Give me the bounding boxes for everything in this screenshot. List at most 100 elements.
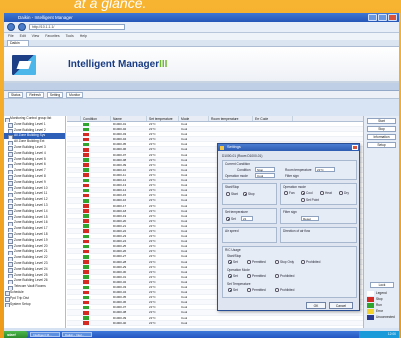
row-checkbox-cell[interactable]: [67, 132, 81, 136]
row-checkbox-cell[interactable]: [67, 290, 81, 294]
grid-column-header[interactable]: Room temperature: [209, 116, 253, 121]
grid-column-header[interactable]: Set temperature: [147, 116, 179, 121]
minimize-button[interactable]: [368, 14, 377, 21]
browser-menu-item[interactable]: File: [8, 33, 14, 40]
row-checkbox-cell[interactable]: [67, 285, 81, 289]
row-checkbox-cell[interactable]: [67, 316, 81, 320]
rc-mode-permitted-radio[interactable]: [247, 274, 251, 278]
row-checkbox-cell[interactable]: [67, 280, 81, 284]
side-button[interactable]: Stop: [367, 126, 396, 132]
row-checkbox-cell[interactable]: [67, 249, 81, 253]
filter-reset-button[interactable]: Reset: [301, 216, 319, 221]
tree-item[interactable]: System Setup: [4, 302, 65, 308]
row-checkbox-cell[interactable]: [67, 219, 81, 223]
row-checkbox-cell[interactable]: [67, 163, 81, 167]
row-checkbox-cell[interactable]: [67, 158, 81, 162]
row-checkbox-cell[interactable]: [67, 168, 81, 172]
row-checkbox-cell[interactable]: [67, 300, 81, 304]
set-temp-input[interactable]: 21: [241, 216, 253, 221]
ok-button[interactable]: OK: [306, 302, 326, 309]
browser-menu-item[interactable]: Help: [80, 33, 87, 40]
rc-startstop-permitted-radio[interactable]: [247, 260, 251, 264]
row-checkbox-cell[interactable]: [67, 147, 81, 151]
set-temp-cell: 21°C: [149, 157, 156, 162]
row-checkbox-cell[interactable]: [67, 239, 81, 243]
row-checkbox-cell[interactable]: [67, 295, 81, 299]
rc-temp-permitted-radio[interactable]: [247, 288, 251, 292]
row-checkbox-cell[interactable]: [67, 224, 81, 228]
mode-heat-radio[interactable]: [320, 191, 324, 195]
rc-temp-set-radio[interactable]: [228, 288, 232, 292]
browser-menu-item[interactable]: View: [32, 33, 40, 40]
row-checkbox-cell[interactable]: [67, 214, 81, 218]
rc-startstop-stoponly-radio[interactable]: [275, 260, 279, 264]
start-button[interactable]: start: [4, 331, 28, 338]
browser-tab[interactable]: Daikin: [7, 40, 29, 46]
row-checkbox-cell[interactable]: [67, 178, 81, 182]
row-checkbox-cell[interactable]: [67, 122, 81, 126]
side-button[interactable]: Information: [367, 134, 396, 140]
side-button[interactable]: Setup: [367, 142, 396, 148]
status-indicator: [83, 275, 89, 279]
cancel-button[interactable]: Cancel: [329, 302, 353, 309]
row-checkbox-cell[interactable]: [67, 193, 81, 197]
mode-fan-radio[interactable]: [284, 191, 288, 195]
rc-mode-set-radio[interactable]: [228, 274, 232, 278]
row-checkbox-cell[interactable]: [67, 321, 81, 325]
table-row[interactable]: D1000-40 21°C Cool: [67, 320, 363, 326]
row-checkbox-cell[interactable]: [67, 244, 81, 248]
rc-temp-prohibited-radio[interactable]: [275, 288, 279, 292]
address-bar[interactable]: http://10.1.1.1/: [29, 24, 125, 30]
row-checkbox-cell[interactable]: [67, 310, 81, 314]
taskbar-task[interactable]: Daikin - Intel...: [62, 332, 92, 337]
row-checkbox-cell[interactable]: [67, 260, 81, 264]
forward-icon[interactable]: [18, 23, 26, 31]
rc-startstop-set-radio[interactable]: [228, 260, 232, 264]
mode-setpoint-radio[interactable]: [301, 198, 305, 202]
toolbar-button[interactable]: Refresh: [26, 91, 44, 98]
mode-cool-radio[interactable]: [301, 191, 305, 195]
toolbar-button[interactable]: Status: [8, 91, 24, 98]
row-checkbox-cell[interactable]: [67, 229, 81, 233]
back-icon[interactable]: [7, 23, 15, 31]
row-checkbox-cell[interactable]: [67, 142, 81, 146]
row-checkbox-cell[interactable]: [67, 234, 81, 238]
row-checkbox-cell[interactable]: [67, 275, 81, 279]
row-checkbox-cell[interactable]: [67, 137, 81, 141]
taskbar-task[interactable]: Intelligent M...: [30, 332, 60, 337]
row-checkbox-cell[interactable]: [67, 254, 81, 258]
row-checkbox-cell[interactable]: [67, 127, 81, 131]
toolbar-button[interactable]: Setting: [46, 91, 64, 98]
rc-startstop-prohibited-radio[interactable]: [301, 260, 305, 264]
stop-radio[interactable]: [243, 192, 247, 196]
grid-column-header[interactable]: Mode: [179, 116, 209, 121]
set-temp-set-radio[interactable]: [226, 217, 230, 221]
row-checkbox-cell[interactable]: [67, 153, 81, 157]
dialog-close-button[interactable]: [352, 145, 358, 150]
browser-menu-item[interactable]: Edit: [20, 33, 26, 40]
row-checkbox-cell[interactable]: [67, 173, 81, 177]
side-button[interactable]: Start: [367, 118, 396, 124]
row-checkbox-cell[interactable]: [67, 270, 81, 274]
grid-column-header[interactable]: Name: [111, 116, 147, 121]
row-checkbox-cell[interactable]: [67, 204, 81, 208]
lock-button[interactable]: Lock: [370, 282, 394, 288]
toolbar-button[interactable]: Monitor: [66, 91, 84, 98]
app-menu-strip: [4, 83, 399, 91]
row-checkbox-cell[interactable]: [67, 265, 81, 269]
grid-column-header[interactable]: Err Code: [253, 116, 293, 121]
grid-column-header[interactable]: [67, 116, 81, 121]
rc-mode-prohibited-radio[interactable]: [275, 274, 279, 278]
row-checkbox-cell[interactable]: [67, 198, 81, 202]
maximize-button[interactable]: [378, 14, 387, 21]
row-checkbox-cell[interactable]: [67, 209, 81, 213]
row-checkbox-cell[interactable]: [67, 183, 81, 187]
row-checkbox-cell[interactable]: [67, 305, 81, 309]
browser-menu-item[interactable]: Favorites: [45, 33, 59, 40]
mode-dry-radio[interactable]: [339, 191, 343, 195]
row-checkbox-cell[interactable]: [67, 188, 81, 192]
start-radio[interactable]: [226, 192, 230, 196]
grid-column-header[interactable]: Condition: [81, 116, 111, 121]
close-button[interactable]: [388, 14, 397, 21]
browser-menu-item[interactable]: Tools: [66, 33, 74, 40]
